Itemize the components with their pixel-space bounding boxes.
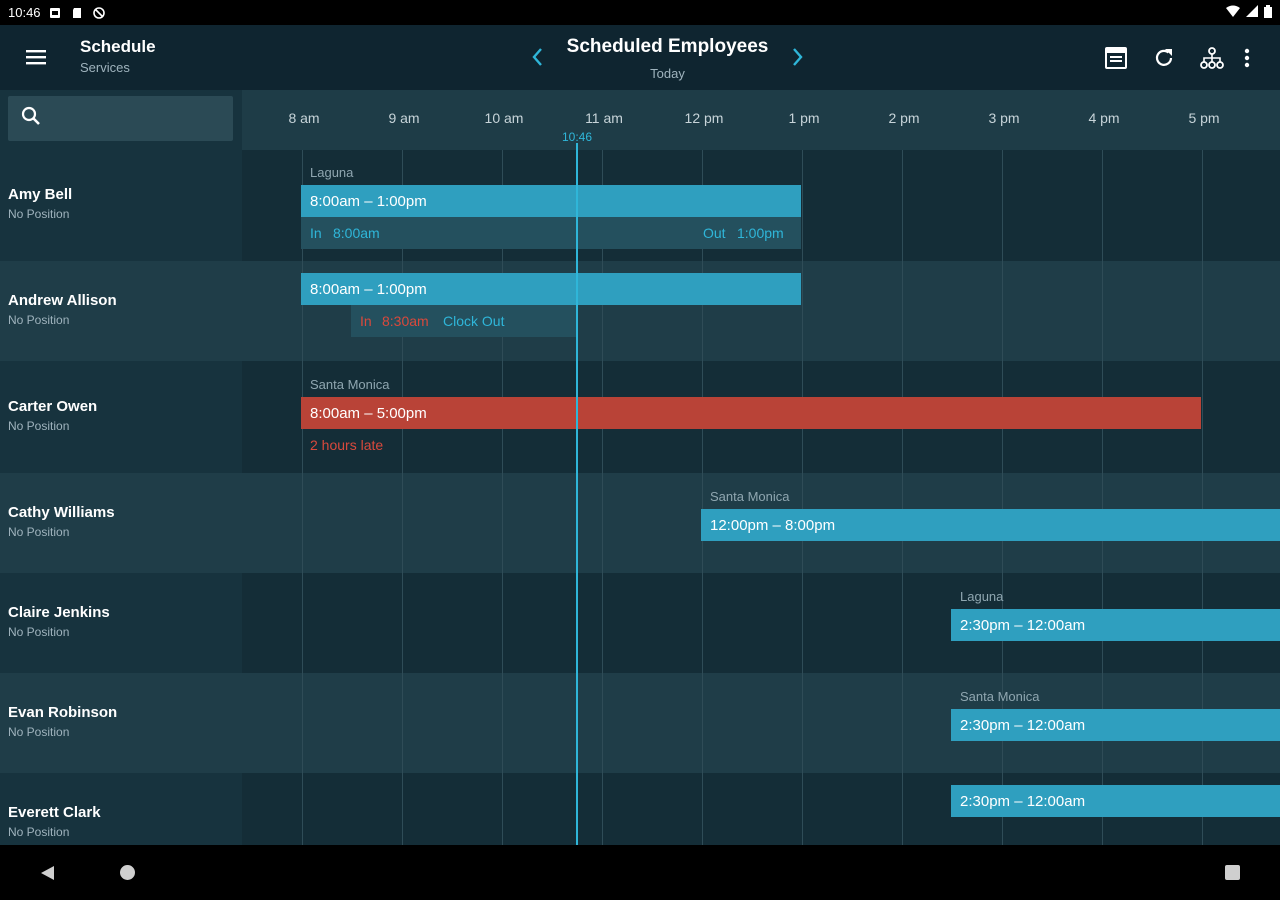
sd-card-icon — [71, 7, 83, 19]
employee-row[interactable]: Everett Clark No Position — [0, 804, 242, 839]
app-subtitle: Services — [80, 60, 130, 75]
page-title: Scheduled Employees — [566, 36, 769, 57]
calendar-icon[interactable] — [1103, 45, 1129, 71]
search-input[interactable] — [8, 96, 233, 141]
hour-label: 5 pm — [1188, 110, 1220, 126]
employee-name: Andrew Allison — [8, 292, 117, 309]
app-title: Schedule — [80, 37, 156, 56]
employee-name: Carter Owen — [8, 398, 98, 415]
clock-in-prefix: In — [310, 225, 322, 241]
app-bar: Schedule Services Scheduled Employees To… — [0, 25, 1280, 90]
date-label: Today — [650, 66, 685, 81]
employee-position: No Position — [8, 207, 70, 221]
employee-name: Everett Clark — [8, 804, 101, 821]
hour-gridline — [902, 150, 903, 845]
hour-gridline — [702, 150, 703, 845]
back-icon[interactable] — [38, 864, 56, 887]
shift-bar[interactable]: 12:00pm – 8:00pm — [701, 509, 1280, 541]
shift-bar[interactable]: 2:30pm – 12:00am — [951, 609, 1280, 641]
shift-location: Laguna — [960, 589, 1004, 604]
hour-gridline — [602, 150, 603, 845]
shift-location: Santa Monica — [310, 377, 390, 392]
employee-row[interactable]: Amy Bell No Position — [0, 186, 242, 221]
notification-icon — [49, 7, 61, 19]
home-icon[interactable] — [120, 865, 135, 880]
employee-position: No Position — [8, 419, 70, 433]
clock-out-button[interactable]: Clock Out — [443, 313, 504, 329]
hour-label: 1 pm — [788, 110, 820, 126]
hour-label: 4 pm — [1088, 110, 1120, 126]
employee-name: Amy Bell — [8, 186, 73, 203]
clock-out-prefix: Out — [703, 225, 726, 241]
sync-off-icon — [92, 6, 105, 19]
shift-bar[interactable]: 8:00am – 1:00pm — [301, 185, 801, 217]
hour-label: 11 am — [585, 110, 623, 126]
clock-in-time: 8:00am — [333, 225, 380, 241]
shift-bar[interactable]: 2:30pm – 12:00am — [951, 709, 1280, 741]
employee-row[interactable]: Cathy Williams No Position — [0, 504, 242, 539]
hour-label: 10 am — [484, 110, 524, 126]
status-time: 10:46 — [8, 5, 41, 20]
more-vert-icon[interactable] — [1240, 45, 1254, 71]
shift-location: Santa Monica — [960, 689, 1040, 704]
search-icon — [20, 105, 42, 132]
employee-position: No Position — [8, 525, 70, 539]
battery-icon — [1264, 4, 1272, 21]
current-time-label: 10:46 — [561, 130, 593, 144]
attendance-bar: In 8:00am Out 1:00pm — [301, 217, 801, 249]
timeline-header: 8 am 9 am 10 am 11 am 12 pm 1 pm 2 pm 3 … — [242, 90, 1280, 150]
recents-icon[interactable] — [1225, 865, 1240, 880]
shift-bar[interactable]: 8:00am – 5:00pm — [301, 397, 1201, 429]
status-bar: 10:46 — [0, 0, 1280, 25]
clock-in-time: 8:30am — [382, 313, 429, 329]
late-status: 2 hours late — [310, 437, 384, 453]
menu-icon[interactable] — [22, 45, 50, 69]
attendance-bar: In 8:30am Clock Out — [351, 305, 576, 337]
shift-bar[interactable]: 8:00am – 1:00pm — [301, 273, 801, 305]
hour-label: 3 pm — [988, 110, 1020, 126]
system-nav-bar — [0, 845, 1280, 900]
clock-out-time: 1:00pm — [737, 225, 784, 241]
current-time-line — [576, 143, 578, 845]
employee-row[interactable]: Andrew Allison No Position — [0, 292, 242, 327]
hour-label: 8 am — [288, 110, 320, 126]
hour-gridline — [402, 150, 403, 845]
hour-gridline — [802, 150, 803, 845]
clock-in-prefix: In — [360, 313, 372, 329]
hour-gridline — [302, 150, 303, 845]
hour-label: 9 am — [388, 110, 420, 126]
employee-row[interactable]: Carter Owen No Position — [0, 398, 242, 433]
hour-label: 2 pm — [888, 110, 920, 126]
employee-row[interactable]: Evan Robinson No Position — [0, 704, 242, 739]
employee-name: Evan Robinson — [8, 704, 118, 721]
wifi-icon — [1226, 5, 1240, 20]
shift-location: Santa Monica — [710, 489, 790, 504]
employee-row[interactable]: Claire Jenkins No Position — [0, 604, 242, 639]
hour-label: 12 pm — [684, 110, 724, 126]
employee-position: No Position — [8, 825, 70, 839]
shift-bar[interactable]: 2:30pm – 12:00am — [951, 785, 1280, 817]
employee-name: Claire Jenkins — [8, 604, 110, 621]
employee-position: No Position — [8, 313, 70, 327]
chevron-right-icon[interactable] — [785, 43, 809, 71]
employee-position: No Position — [8, 725, 70, 739]
shift-location: Laguna — [310, 165, 354, 180]
org-chart-icon[interactable] — [1199, 45, 1225, 71]
employee-position: No Position — [8, 625, 70, 639]
signal-icon — [1246, 5, 1258, 20]
refresh-icon[interactable] — [1151, 45, 1177, 71]
employee-name: Cathy Williams — [8, 504, 115, 521]
hour-gridline — [502, 150, 503, 845]
